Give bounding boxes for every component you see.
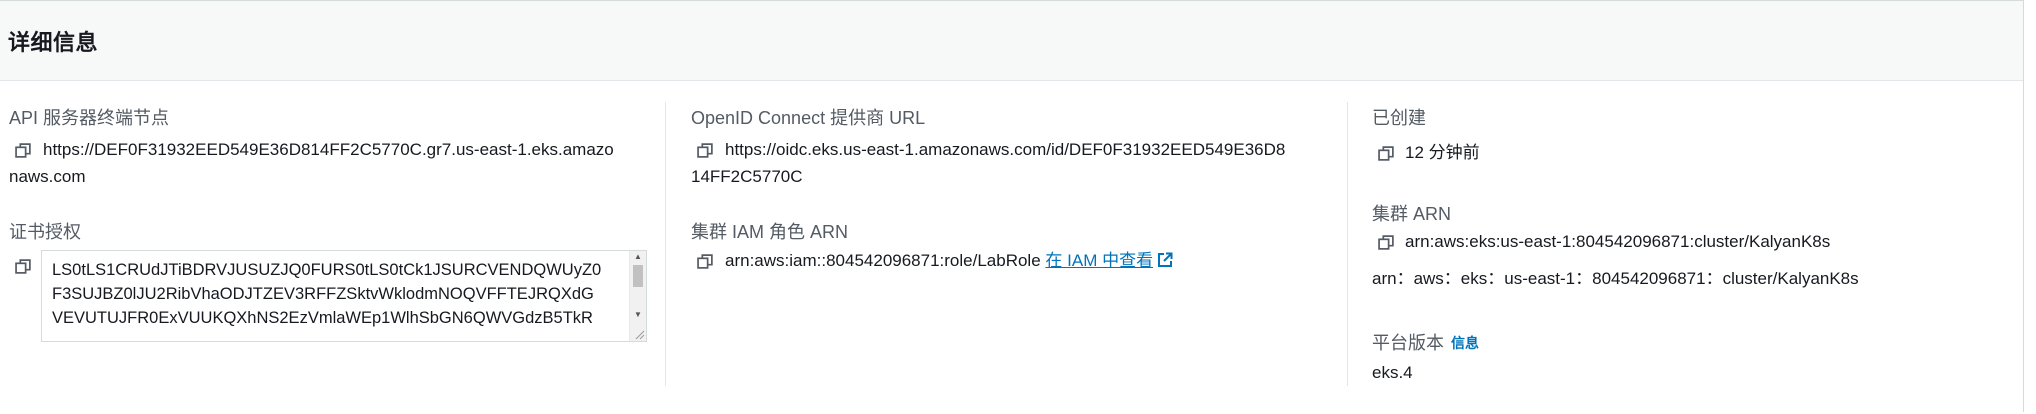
certificate-line: LS0tLS1CRUdJTiBDRVJUSUZJQ0FURS0tLS0tCk1J… [52,261,602,279]
api-endpoint-label: API 服务器终端节点 [9,108,170,128]
scroll-up-icon[interactable]: ▲ [630,251,646,263]
cluster-arn-value-alt: arn：aws：eks：us-east-1：804542096871：clust… [1372,269,1859,288]
api-endpoint-value-line2: naws.com [9,167,86,186]
copy-icon[interactable] [1378,145,1395,162]
details-columns: API 服务器终端节点 https://DEF0F31932EED549E36D… [0,82,2023,412]
oidc-value-line1: https://oidc.eks.us-east-1.amazonaws.com… [725,140,1286,159]
copy-icon[interactable] [697,142,714,159]
resize-grip-icon[interactable] [633,328,645,340]
copy-icon[interactable] [15,258,32,275]
scroll-down-icon[interactable]: ▼ [630,309,646,321]
column-oidc-role: OpenID Connect 提供商 URL https://oidc.eks.… [691,82,1331,412]
cluster-iam-role-label: 集群 IAM 角色 ARN [691,222,849,242]
column-api-cert: API 服务器终端节点 https://DEF0F31932EED549E36D… [9,82,649,412]
created-label: 已创建 [1372,108,1426,128]
platform-version-label: 平台版本 [1372,333,1444,353]
cluster-iam-role-value: arn:aws:iam::804542096871:role/LabRole 在… [725,247,1173,274]
column-divider [1347,102,1348,386]
created-value: 12 分钟前 [1405,143,1480,162]
certificate-line: F3SUJBZ0lJU2RibVhaODJTZEV3RFFZSktvWklodm… [52,285,594,303]
external-link-icon[interactable] [1157,252,1173,268]
details-panel: 详细信息 API 服务器终端节点 https://DEF0F31932EED54… [0,0,2024,412]
platform-version-info-link[interactable]: 信息 [1451,333,1479,353]
certificate-text: LS0tLS1CRUdJTiBDRVJUSUZJQ0FURS0tLS0tCk1J… [52,258,618,330]
panel-header: 详细信息 [0,1,2023,81]
view-in-iam-link-text[interactable]: 在 IAM 中查看 [1045,251,1153,270]
scrollbar-thumb[interactable] [633,265,643,287]
certificate-textarea[interactable]: LS0tLS1CRUdJTiBDRVJUSUZJQ0FURS0tLS0tCk1J… [41,250,647,342]
panel-title: 详细信息 [8,29,99,55]
platform-version-value: eks.4 [1372,363,1413,382]
certificate-label: 证书授权 [9,222,81,242]
view-in-iam-link[interactable]: 在 IAM 中查看 [1045,251,1173,270]
column-divider [665,102,666,386]
copy-icon[interactable] [697,253,714,270]
api-endpoint-value-line1: https://DEF0F31932EED549E36D814FF2C5770C… [43,140,614,159]
cluster-iam-role-arn: arn:aws:iam::804542096871:role/LabRole [725,251,1041,270]
certificate-line: VEVUTUJFR0ExVUUKQXhNS2EzVmlaWEp1WlhSbGN6… [52,309,593,327]
copy-icon[interactable] [1378,234,1395,251]
oidc-value-line2: 14FF2C5770C [691,167,803,186]
cluster-arn-value: arn:aws:eks:us-east-1:804542096871:clust… [1405,232,1831,251]
cluster-arn-label: 集群 ARN [1372,204,1452,224]
copy-icon[interactable] [15,142,32,159]
column-created-arn-version: 已创建 12 分钟前 集群 ARN arn:aws:eks:us-east-1:… [1372,82,2012,412]
oidc-label: OpenID Connect 提供商 URL [691,108,926,128]
